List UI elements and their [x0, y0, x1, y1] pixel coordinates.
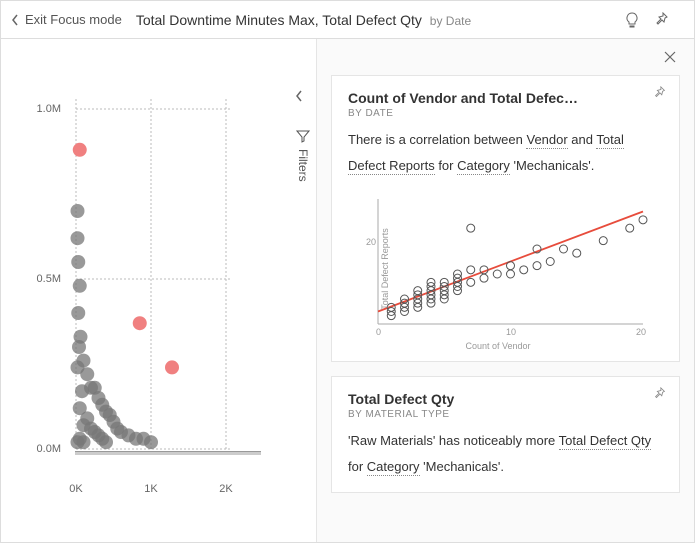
- insight-mini-chart[interactable]: Total Defect Reports 20 0 10 20 Count of…: [348, 189, 648, 349]
- chevron-left-icon: [11, 14, 19, 26]
- close-icon[interactable]: [662, 49, 678, 65]
- linked-term[interactable]: Category: [367, 459, 420, 476]
- y-tick: 1.0M: [37, 103, 61, 115]
- x-tick: 2K: [219, 483, 232, 495]
- linked-term[interactable]: Vendor: [526, 132, 567, 149]
- title-main: Total Downtime Minutes Max, Total Defect…: [136, 12, 422, 28]
- pin-icon[interactable]: [654, 12, 684, 28]
- linked-term[interactable]: Category: [457, 158, 510, 175]
- y-tick: 0.5M: [37, 273, 61, 285]
- main-visual-pane: 1.0M 0.5M 0.0M 0K 1K 2K Filters: [1, 39, 316, 542]
- pin-icon[interactable]: [653, 86, 667, 100]
- body: 1.0M 0.5M 0.0M 0K 1K 2K Filters Count of…: [1, 39, 694, 542]
- insight-title: Total Defect Qty: [348, 391, 663, 407]
- mini-x-label: Count of Vendor: [348, 341, 648, 351]
- y-tick: 0.0M: [37, 443, 61, 455]
- exit-label: Exit Focus mode: [25, 12, 122, 27]
- insight-description: 'Raw Materials' has noticeably more Tota…: [348, 428, 663, 480]
- main-scatter-chart[interactable]: 1.0M 0.5M 0.0M 0K 1K 2K: [21, 59, 261, 479]
- insights-pane: Count of Vendor and Total Defec… BY DATE…: [316, 39, 694, 542]
- insight-card: Total Defect Qty BY MATERIAL TYPE 'Raw M…: [331, 376, 680, 493]
- pin-icon[interactable]: [653, 387, 667, 401]
- x-tick: 1K: [144, 483, 157, 495]
- mini-y-label: Total Defect Reports: [380, 228, 390, 310]
- page-title: Total Downtime Minutes Max, Total Defect…: [136, 12, 471, 28]
- filters-label: Filters: [296, 149, 310, 182]
- insight-card: Count of Vendor and Total Defec… BY DATE…: [331, 75, 680, 362]
- linked-term[interactable]: Total Defect Qty: [559, 433, 651, 450]
- insight-subtitle: BY DATE: [348, 108, 663, 119]
- insight-title: Count of Vendor and Total Defec…: [348, 90, 663, 106]
- lightbulb-icon[interactable]: [624, 12, 654, 28]
- exit-focus-button[interactable]: Exit Focus mode: [11, 12, 122, 27]
- filter-icon: [296, 129, 310, 143]
- collapse-chevron-icon[interactable]: [294, 89, 304, 103]
- x-tick: 0K: [69, 483, 82, 495]
- title-sub: by Date: [430, 14, 471, 28]
- insight-description: There is a correlation between Vendor an…: [348, 127, 663, 179]
- x-axis-scroll[interactable]: [75, 451, 261, 455]
- insight-subtitle: BY MATERIAL TYPE: [348, 409, 663, 420]
- header-bar: Exit Focus mode Total Downtime Minutes M…: [1, 1, 694, 39]
- filters-pane-toggle[interactable]: Filters: [290, 129, 316, 209]
